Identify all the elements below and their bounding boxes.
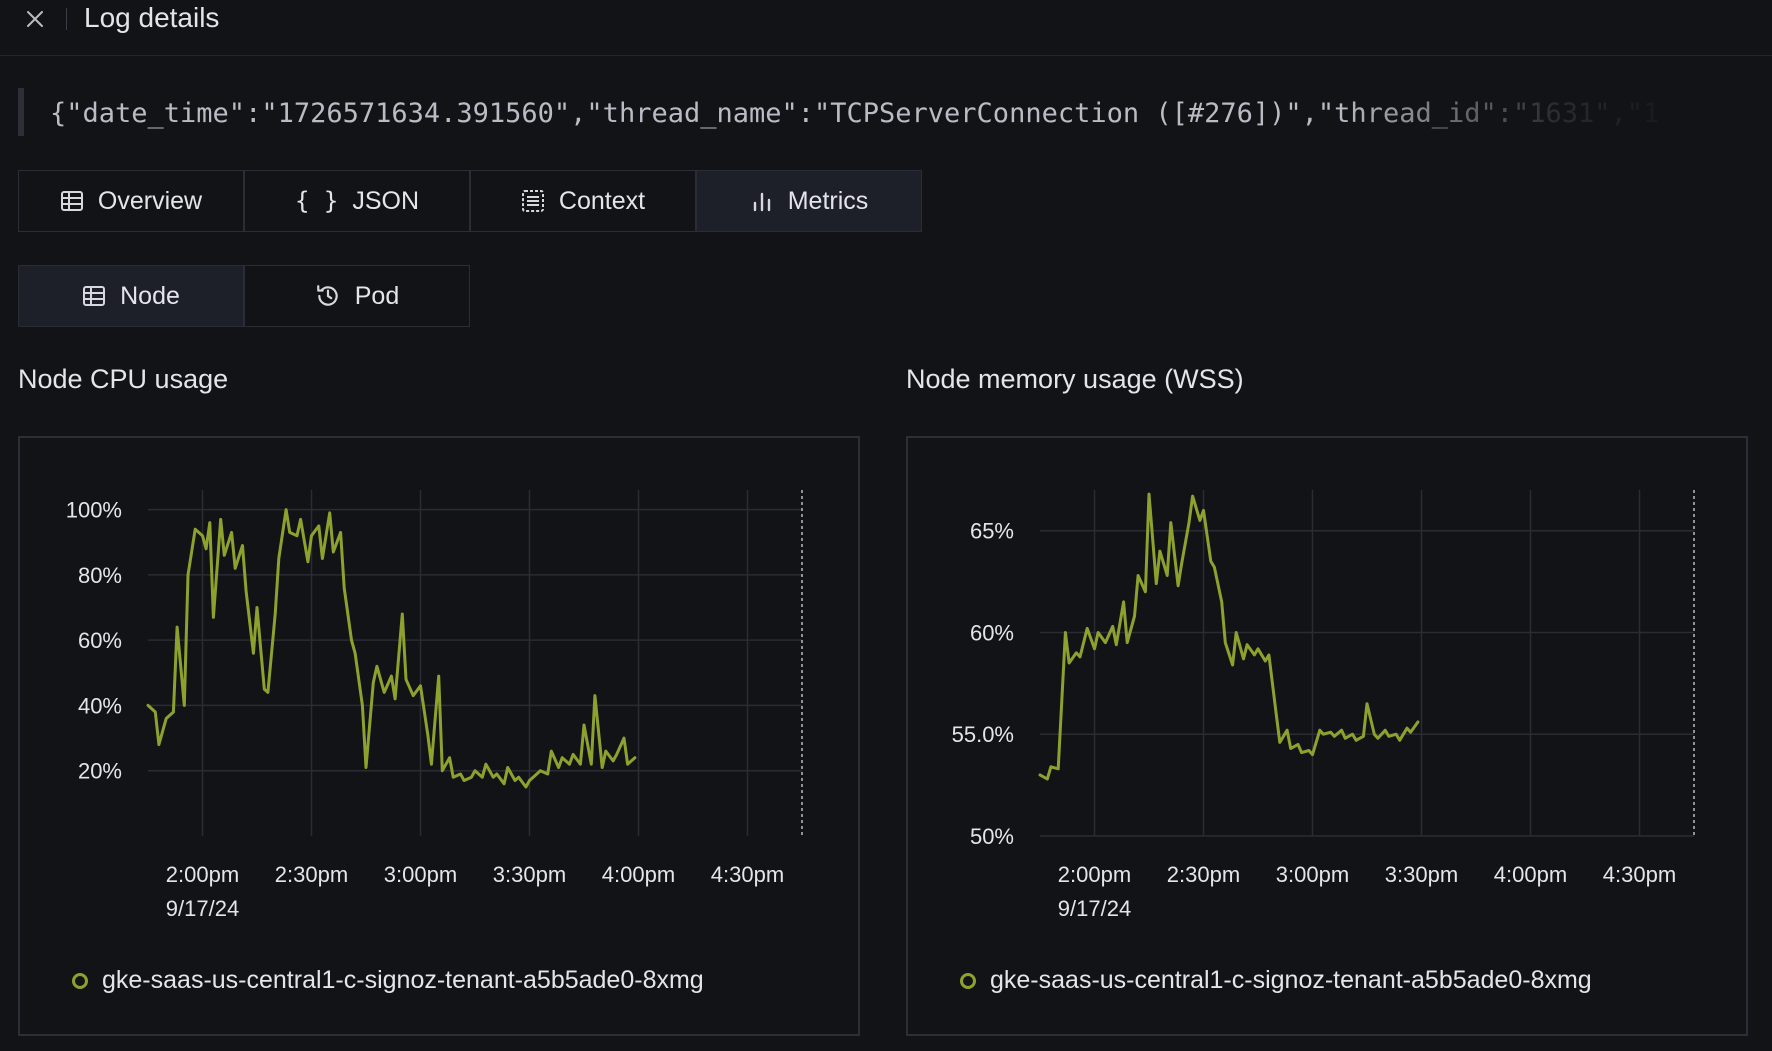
braces-icon: { } bbox=[294, 187, 339, 215]
table-icon bbox=[82, 284, 106, 308]
tab-label: Pod bbox=[354, 281, 400, 310]
y-tick-label: 65% bbox=[970, 519, 1014, 544]
legend-marker bbox=[960, 972, 976, 989]
list-icon bbox=[521, 189, 545, 213]
y-tick-label: 60% bbox=[78, 628, 122, 653]
cpu-usage-chart[interactable]: 2:00pm 2:30pm 3:00pm 3:30pm 4:00pm 4:30pm 9/17… bbox=[20, 438, 858, 1034]
y-tick-label: 20% bbox=[78, 759, 122, 784]
table-icon bbox=[60, 189, 84, 213]
legend-marker bbox=[72, 972, 88, 989]
bar-chart-icon bbox=[750, 189, 774, 213]
tab-label: Context bbox=[558, 186, 646, 215]
details-tabs: Overview { } JSON Context Metrics bbox=[18, 170, 922, 232]
y-tick-label: 50% bbox=[970, 824, 1014, 849]
y-tick-label: 40% bbox=[78, 693, 122, 718]
series-line bbox=[1038, 492, 1420, 781]
panel-header: Log details bbox=[0, 0, 1772, 56]
tab-context[interactable]: Context bbox=[470, 170, 696, 232]
tab-pod[interactable]: Pod bbox=[244, 265, 470, 327]
tab-label: Metrics bbox=[787, 186, 869, 215]
chart-legend-item[interactable]: gke-saas-us-central1-c-signoz-tenant-a5b… bbox=[72, 966, 704, 995]
x-tick-label: 3:00pm bbox=[384, 862, 457, 887]
memory-chart-title: Node memory usage (WSS) bbox=[906, 364, 1244, 394]
y-tick-label: 100% bbox=[66, 498, 122, 523]
x-tick-label: 3:30pm bbox=[1385, 862, 1458, 887]
memory-usage-chart[interactable]: 2:00pm 2:30pm 3:00pm 3:30pm 4:00pm 4:30pm 9/17… bbox=[908, 438, 1746, 1034]
metrics-subtabs: Node Pod bbox=[18, 265, 470, 327]
history-icon bbox=[315, 283, 341, 309]
tab-json[interactable]: { } JSON bbox=[244, 170, 470, 232]
y-tick-label: 80% bbox=[78, 563, 122, 588]
x-date-label: 9/17/24 bbox=[166, 896, 239, 921]
close-button[interactable] bbox=[22, 6, 48, 32]
tab-label: Node bbox=[120, 281, 180, 310]
tab-label: Overview bbox=[97, 186, 203, 215]
x-date-label: 9/17/24 bbox=[1058, 896, 1131, 921]
close-icon bbox=[27, 11, 43, 27]
x-tick-label: 2:30pm bbox=[275, 862, 348, 887]
x-tick-label: 2:00pm bbox=[1058, 862, 1131, 887]
x-tick-label: 3:00pm bbox=[1276, 862, 1349, 887]
cpu-chart-panel: 2:00pm 2:30pm 3:00pm 3:30pm 4:00pm 4:30pm 9/17… bbox=[18, 436, 860, 1036]
tab-label: JSON bbox=[352, 186, 420, 215]
y-tick-label: 55.0% bbox=[952, 722, 1014, 747]
y-tick-label: 60% bbox=[970, 620, 1014, 645]
chart-legend-item[interactable]: gke-saas-us-central1-c-signoz-tenant-a5b… bbox=[960, 966, 1592, 995]
x-tick-label: 2:00pm bbox=[166, 862, 239, 887]
page-title: Log details bbox=[84, 2, 220, 33]
legend-label: gke-saas-us-central1-c-signoz-tenant-a5b… bbox=[990, 966, 1592, 994]
log-line-fade bbox=[1338, 88, 1698, 136]
tab-overview[interactable]: Overview bbox=[18, 170, 244, 232]
x-tick-label: 4:30pm bbox=[711, 862, 784, 887]
cpu-chart-title: Node CPU usage bbox=[18, 364, 229, 394]
tab-metrics[interactable]: Metrics bbox=[696, 170, 922, 232]
header-divider bbox=[66, 8, 67, 30]
x-tick-label: 4:30pm bbox=[1603, 862, 1676, 887]
series-line bbox=[146, 508, 637, 789]
x-tick-label: 4:00pm bbox=[1494, 862, 1567, 887]
memory-chart-panel: 2:00pm 2:30pm 3:00pm 3:30pm 4:00pm 4:30pm 9/17… bbox=[906, 436, 1748, 1036]
x-tick-label: 3:30pm bbox=[493, 862, 566, 887]
legend-label: gke-saas-us-central1-c-signoz-tenant-a5b… bbox=[102, 966, 704, 994]
x-tick-label: 4:00pm bbox=[602, 862, 675, 887]
tab-node[interactable]: Node bbox=[18, 265, 244, 327]
log-line-preview[interactable]: {"date_time":"1726571634.391560","thread… bbox=[18, 88, 1698, 136]
x-tick-label: 2:30pm bbox=[1167, 862, 1240, 887]
